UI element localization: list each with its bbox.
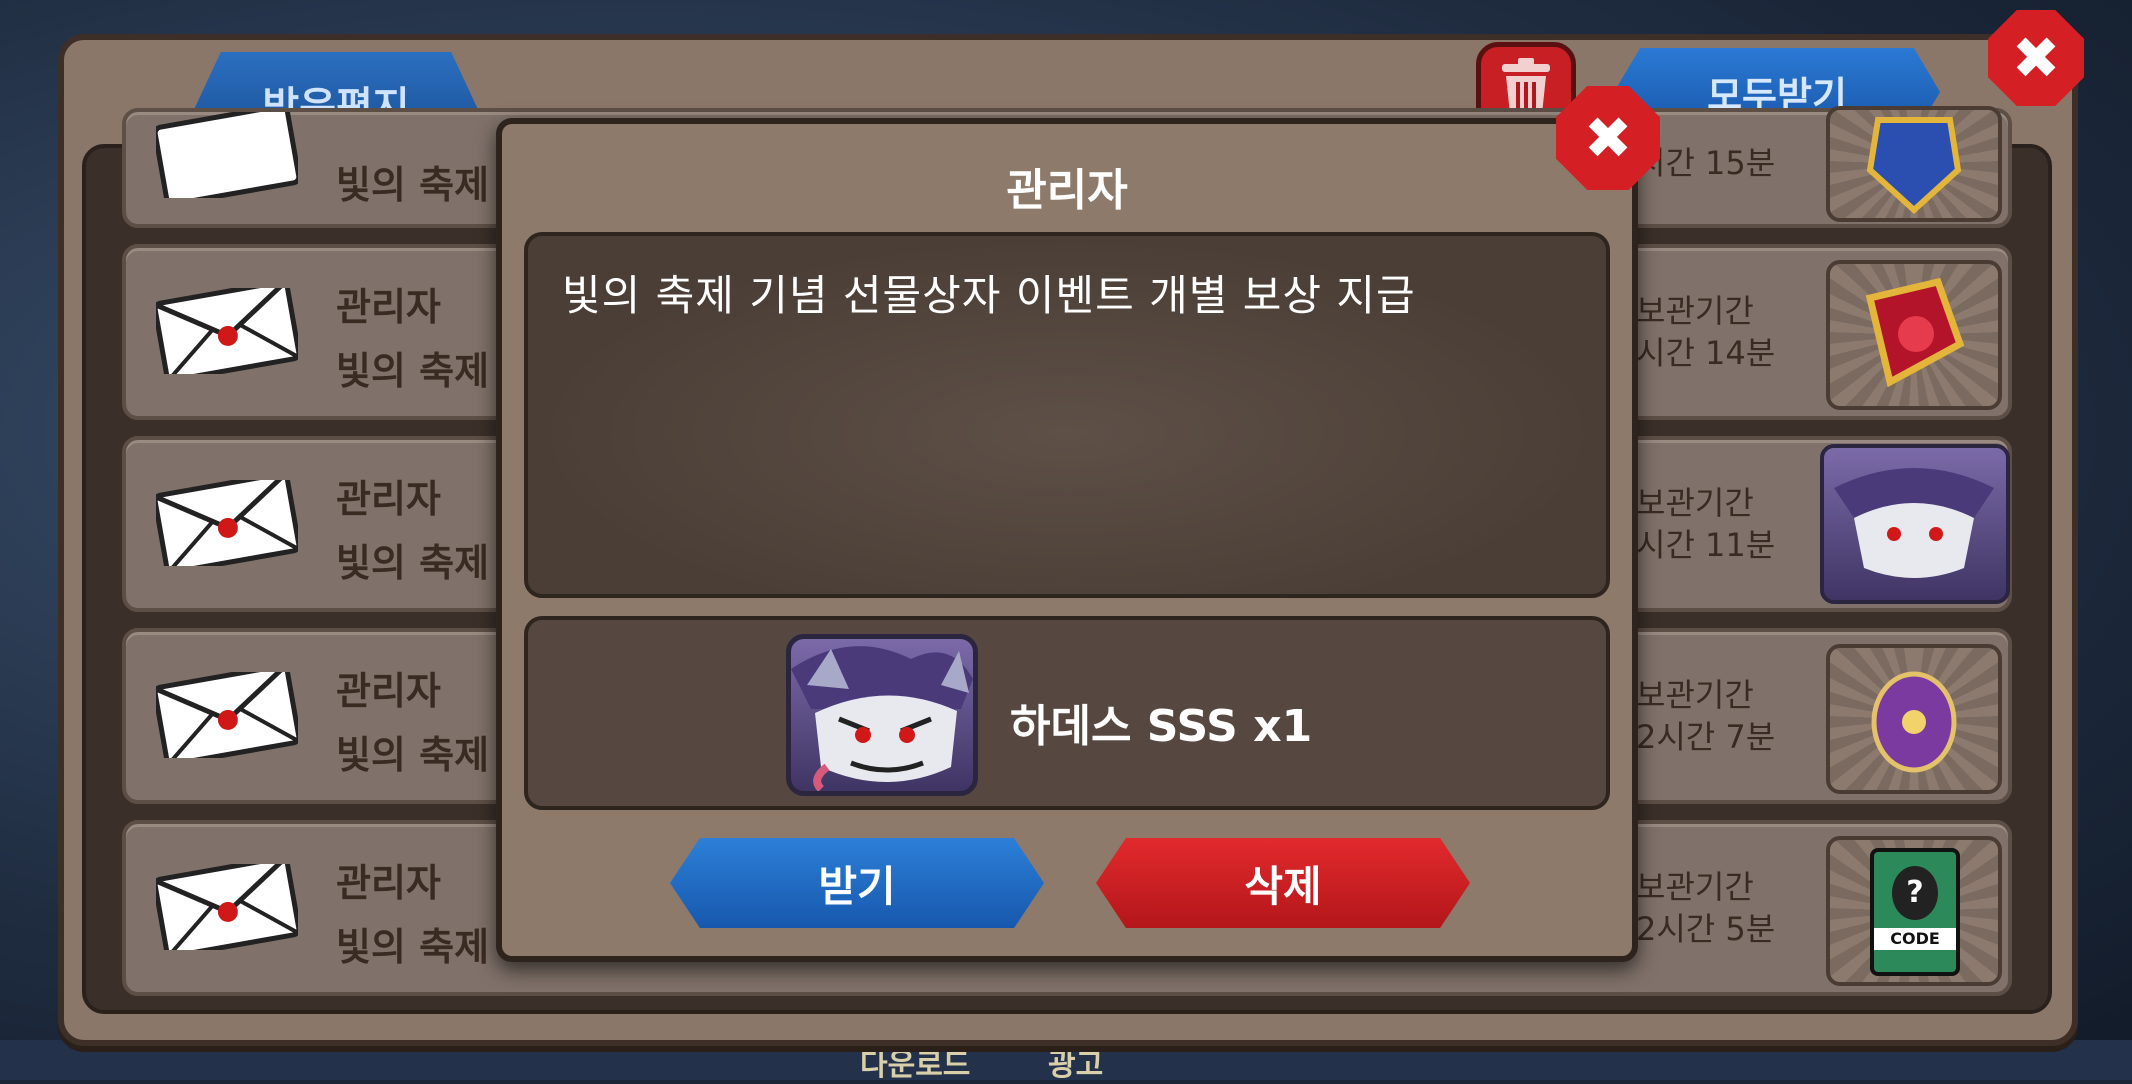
red-badge-icon: [1865, 277, 1965, 388]
reward-label: 하데스 SSS x1: [1010, 701, 1313, 752]
egg-icon: [1871, 671, 1957, 773]
hades-portrait-icon: [1834, 468, 1994, 578]
dialog-title: 관리자: [1006, 165, 1128, 216]
mail-subject: 빛의 축제: [336, 733, 490, 777]
envelope-icon: [156, 288, 298, 374]
reward-thumbnail-hades: [1820, 444, 2010, 604]
delete-button[interactable]: 삭제: [1096, 838, 1470, 928]
reward-thumbnail-badge: [1826, 260, 2002, 410]
blue-badge-icon: [1866, 117, 1962, 215]
mail-expire: 보관기간 2시간 5분: [1636, 868, 1776, 948]
reward-thumbnail-badge: [1826, 106, 2002, 222]
envelope-icon: [156, 112, 298, 198]
mail-subject: 빛의 축제: [336, 541, 490, 585]
mail-sender: 관리자: [336, 861, 441, 905]
mail-expire: 보관기간 시간 14분: [1636, 292, 1776, 372]
envelope-icon: [156, 480, 298, 566]
mail-sender: 관리자: [336, 285, 441, 329]
close-icon: ✖: [2011, 24, 2061, 92]
envelope-icon: [156, 672, 298, 758]
mail-detail-dialog: 관리자 빛의 축제 기념 선물상자 이벤트 개별 보상 지급 하데스 SSS x…: [496, 118, 1638, 962]
message-text: 빛의 축제 기념 선물상자 이벤트 개별 보상 지급: [562, 271, 1416, 320]
mail-subject: 빛의 축제: [336, 163, 490, 207]
mail-subject: 빛의 축제: [336, 349, 490, 393]
mail-expire: 보관기간 2시간 7분: [1636, 676, 1776, 756]
mail-subject: 빛의 축제: [336, 925, 490, 969]
reward-box: 하데스 SSS x1: [524, 616, 1610, 810]
ad-label: 광고: [1048, 1048, 1104, 1083]
download-label: 다운로드: [860, 1048, 971, 1083]
code-ticket-icon: ? CODE: [1870, 848, 1960, 976]
mail-sender: 관리자: [336, 477, 441, 521]
message-box: 빛의 축제 기념 선물상자 이벤트 개별 보상 지급: [524, 232, 1610, 598]
close-icon: ✖: [1583, 104, 1633, 172]
reward-thumbnail-egg: [1826, 644, 2002, 794]
reward-thumbnail-code: ? CODE: [1826, 836, 2002, 986]
envelope-icon: [156, 864, 298, 950]
mail-sender: 관리자: [336, 669, 441, 713]
mail-expire: 보관기간 시간 11분: [1636, 484, 1776, 564]
receive-button[interactable]: 받기: [670, 838, 1044, 928]
hades-portrait-icon: [786, 634, 978, 796]
